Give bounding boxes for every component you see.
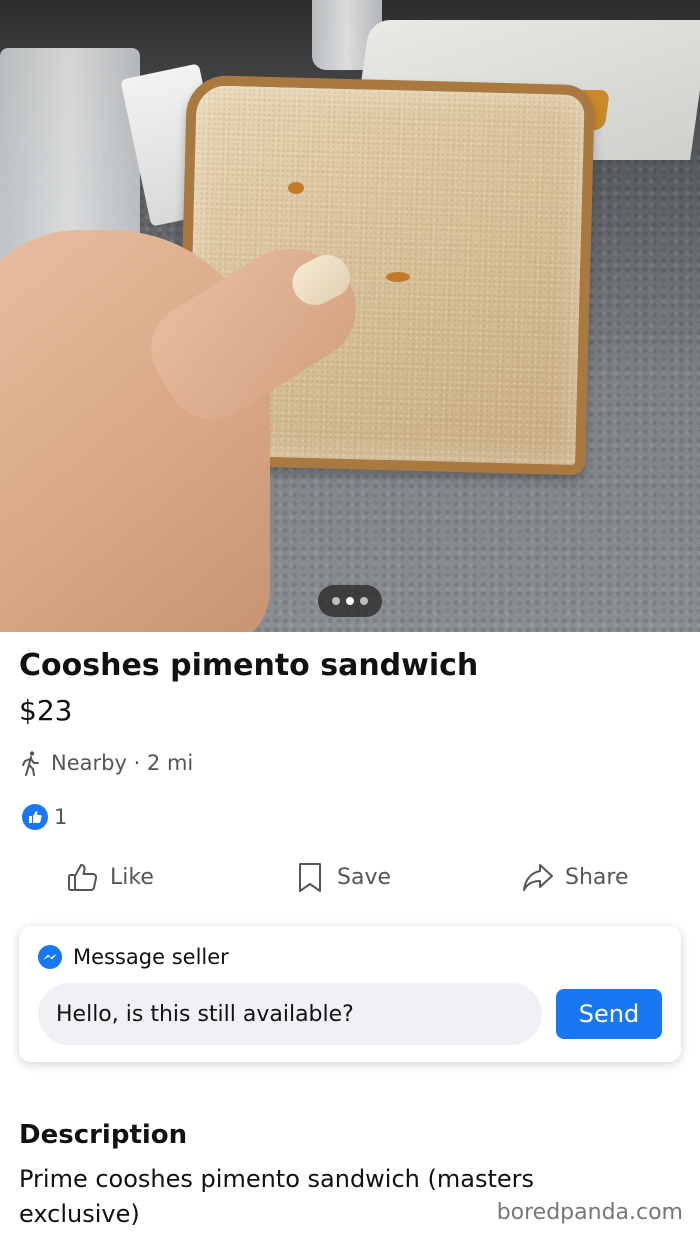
listing-location: Nearby · 2 mi <box>19 750 193 776</box>
description-title: Description <box>19 1120 188 1150</box>
listing-photo[interactable] <box>0 0 700 632</box>
message-seller-card: Message seller Send <box>19 926 681 1062</box>
location-text: Nearby · 2 mi <box>51 751 194 775</box>
action-bar: Like Save Share <box>0 860 700 904</box>
thumb-up-icon <box>22 804 48 830</box>
message-seller-label: Message seller <box>73 945 229 969</box>
messenger-icon <box>38 945 62 969</box>
image-pager[interactable] <box>318 585 382 617</box>
reactions-summary[interactable]: 1 <box>22 804 67 830</box>
walk-icon <box>22 751 39 776</box>
save-label: Save <box>337 864 392 890</box>
pager-dot[interactable] <box>360 597 368 605</box>
photo-sandwich-spot <box>288 182 304 194</box>
message-seller-header: Message seller <box>37 944 229 970</box>
like-button[interactable]: Like <box>66 860 154 894</box>
share-label: Share <box>565 864 629 890</box>
save-button[interactable]: Save <box>293 860 391 894</box>
share-icon <box>523 864 553 891</box>
pager-dot[interactable] <box>332 597 340 605</box>
message-input[interactable] <box>38 983 542 1045</box>
photo-sandwich-spot <box>386 272 410 282</box>
bookmark-icon <box>299 863 321 892</box>
listing-title: Cooshes pimento sandwich <box>19 648 479 683</box>
like-count: 1 <box>54 805 68 829</box>
pager-dot-active[interactable] <box>346 597 354 605</box>
listing-price: $23 <box>19 694 73 727</box>
watermark: boredpanda.com <box>496 1200 683 1225</box>
like-icon <box>68 864 98 891</box>
send-button[interactable]: Send <box>556 989 662 1039</box>
like-label: Like <box>110 864 154 890</box>
share-button[interactable]: Share <box>521 860 629 894</box>
